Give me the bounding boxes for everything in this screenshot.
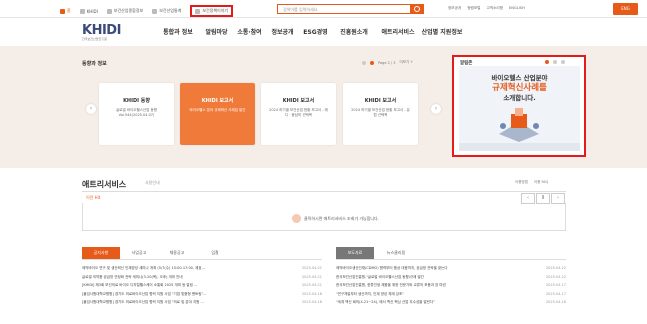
- click-icon: [292, 214, 301, 223]
- search-button[interactable]: [411, 4, 424, 14]
- list-item[interactable]: "연구개발부터 생산까지, 인재 양성 체계 강조" 2025.04.17: [336, 292, 566, 301]
- promo-card[interactable]: KHIDI 보고서 2024 하기별 보건산업 현황 보고서 - 메디 · 중남…: [261, 83, 336, 145]
- banner-image[interactable]: 바이오헬스 산업분야 규제혁신사례를 소개합니다.: [459, 66, 580, 151]
- util-link-integrity[interactable]: 청렴포털: [467, 6, 480, 11]
- banner-pager: [545, 60, 565, 64]
- top-link-group: 홈 KHIDI 보건산업종합정보 보건산업통계 보건정책이야기: [60, 5, 234, 17]
- service-link-faq[interactable]: 이용 FAQ: [534, 180, 548, 185]
- tab-recruit[interactable]: 채용공고: [158, 247, 196, 259]
- info-icon: [106, 8, 112, 14]
- board-left-tabs: 공지사항 사업공고 채용공고 입찰: [82, 247, 234, 259]
- top-link-khidi[interactable]: KHIDI: [79, 8, 98, 14]
- promo-card-active[interactable]: KHIDI 보고서 바이오헬스 분야 규제혁신 사례집 발간: [180, 83, 255, 145]
- list-item[interactable]: "세계 백신 회의(4.21~24), 에서 백신 핵심 산업 우수성을 알린다…: [336, 300, 566, 309]
- banner-illustration-icon: [499, 108, 539, 142]
- list-item[interactable]: [붙임사원대학교병원] 경기도 의료바이오산업 협력 지원 사업 "의료 및 분…: [82, 300, 322, 309]
- util-link-disclosure[interactable]: 정보공개: [448, 6, 461, 11]
- tab-notice[interactable]: 공지사항: [82, 247, 120, 259]
- banner-line-3: 소개합니다.: [503, 94, 536, 102]
- building-icon: [79, 8, 85, 14]
- banner-dot-icon[interactable]: [545, 60, 549, 64]
- nav-about[interactable]: 진흥원소개: [332, 27, 376, 36]
- board-left-list: 제약바이오 연구 및 생산혁신 인재양성 세미나 개최 (5/7(수) 15:0…: [82, 266, 322, 309]
- service-usage-label[interactable]: 사용안내: [145, 180, 160, 186]
- service-notice-text: 클릭하시면 애트리서비스 조회가 가능합니다.: [304, 216, 380, 221]
- board-right-divider: [336, 259, 566, 260]
- top-link-home[interactable]: 홈: [60, 8, 71, 14]
- book-icon: [195, 8, 201, 14]
- list-item[interactable]: [붙임사원대학교병원] 경기도 의료바이오산업 협력 지원 사업 "기업 맞춤형…: [82, 292, 322, 301]
- site-logo-subtitle: 한국보건산업진흥원: [82, 37, 107, 41]
- list-item[interactable]: 제약바이오생산인재(CDMO) 협력부터 품상 대중까지, 공급망 전략을 찾는…: [336, 266, 566, 275]
- nav-notice[interactable]: 알림마당: [200, 27, 233, 36]
- chart-icon: [152, 8, 158, 14]
- promo-title: 동향과 정보: [82, 61, 107, 67]
- chevron-left-icon[interactable]: ‹: [86, 104, 96, 114]
- service-link-howto[interactable]: 이용방법: [515, 180, 528, 185]
- top-link-health-info[interactable]: 보건산업종합정보: [106, 8, 143, 14]
- promo-card[interactable]: KHIDI 동향 글로벌 바이오헬스산업 동향 Vol.544(2025.04.…: [99, 83, 174, 145]
- promo-more-link[interactable]: 더보기 +: [399, 60, 413, 65]
- nav-esg[interactable]: ESG경영: [299, 27, 332, 36]
- board-right-tabs: 보도자료 뉴스클리핑: [336, 247, 418, 259]
- language-button[interactable]: ENG: [613, 3, 638, 15]
- tab-business[interactable]: 사업공고: [120, 247, 158, 259]
- service-section-title: 애트리서비스: [82, 180, 127, 189]
- tab-news-clipping[interactable]: 뉴스클리핑: [374, 247, 418, 259]
- tab-bid[interactable]: 입찰: [196, 247, 234, 259]
- banner-dot-icon[interactable]: [553, 60, 557, 64]
- service-strip: 이전 Hit: [82, 191, 566, 203]
- nav-communication[interactable]: 소통·참여: [233, 27, 266, 36]
- search-input[interactable]: 검색어를 입력하세요: [277, 4, 411, 14]
- promo-card[interactable]: KHIDI 보고서 2024 하기별 보건산업 현황 보고서 - 유럽 선택목: [343, 83, 418, 145]
- pager-prev-icon[interactable]: [362, 60, 366, 65]
- pager-play-icon[interactable]: [370, 60, 374, 65]
- site-logo[interactable]: KHIDI: [82, 23, 121, 38]
- service-links: 이용방법 이용 FAQ: [515, 180, 548, 185]
- list-item[interactable]: 한국보건산업진흥원, 한류인생 제품을 위한 전문가와 교류의 포용과 장 마련…: [336, 283, 566, 292]
- nav-disclosure[interactable]: 정보공개: [266, 27, 299, 36]
- home-icon: [60, 8, 65, 14]
- top-link-statistics[interactable]: 보건산업통계: [152, 8, 181, 14]
- list-item[interactable]: 글로벌 의약품 공급망 안정화 전략 세미나(3.20(목), 오후) 개최 안…: [82, 275, 322, 284]
- util-link-feedback[interactable]: 고객소리함: [486, 6, 503, 11]
- banner-dot-icon[interactable]: [561, 60, 565, 64]
- main-navigation: 통합과 정보 알림마당 소통·참여 정보공개 ESG경영 진흥원소개 애트리서비…: [156, 27, 464, 36]
- board-left-divider: [82, 259, 322, 260]
- list-item[interactable]: 제약바이오 연구 및 생산혁신 인재양성 세미나 개최 (5/7(수) 15:0…: [82, 266, 322, 275]
- util-link-english[interactable]: ENGLISH: [509, 6, 525, 11]
- top-link-policy-story[interactable]: 보건정책이야기: [190, 5, 234, 17]
- chevron-right-icon[interactable]: ›: [431, 104, 441, 114]
- nav-services[interactable]: 애트리서비스: [376, 27, 420, 36]
- nav-trends[interactable]: 통합과 정보: [156, 27, 200, 36]
- util-links: 정보공개 청렴포털 고객소리함 ENGLISH: [448, 6, 525, 11]
- promo-pager: Page 2 / 3 더보기 +: [362, 60, 413, 65]
- tab-press[interactable]: 보도자료: [336, 247, 374, 259]
- list-item[interactable]: [KHIDI] 제3회 보건의료 바이오 디지털헬스케어 소통회 2025 개최…: [82, 283, 322, 292]
- nav-industry-support[interactable]: 산업별 지원정보: [420, 27, 464, 36]
- board-right-list: 제약바이오생산인재(CDMO) 협력부터 품상 대중까지, 공급망 전략을 찾는…: [336, 266, 566, 309]
- banner-footer: [459, 143, 580, 151]
- list-item[interactable]: 한국보건산업진흥원-"글로벌 바이오헬스산업 동향/규제 발간 2025.04.2…: [336, 275, 566, 284]
